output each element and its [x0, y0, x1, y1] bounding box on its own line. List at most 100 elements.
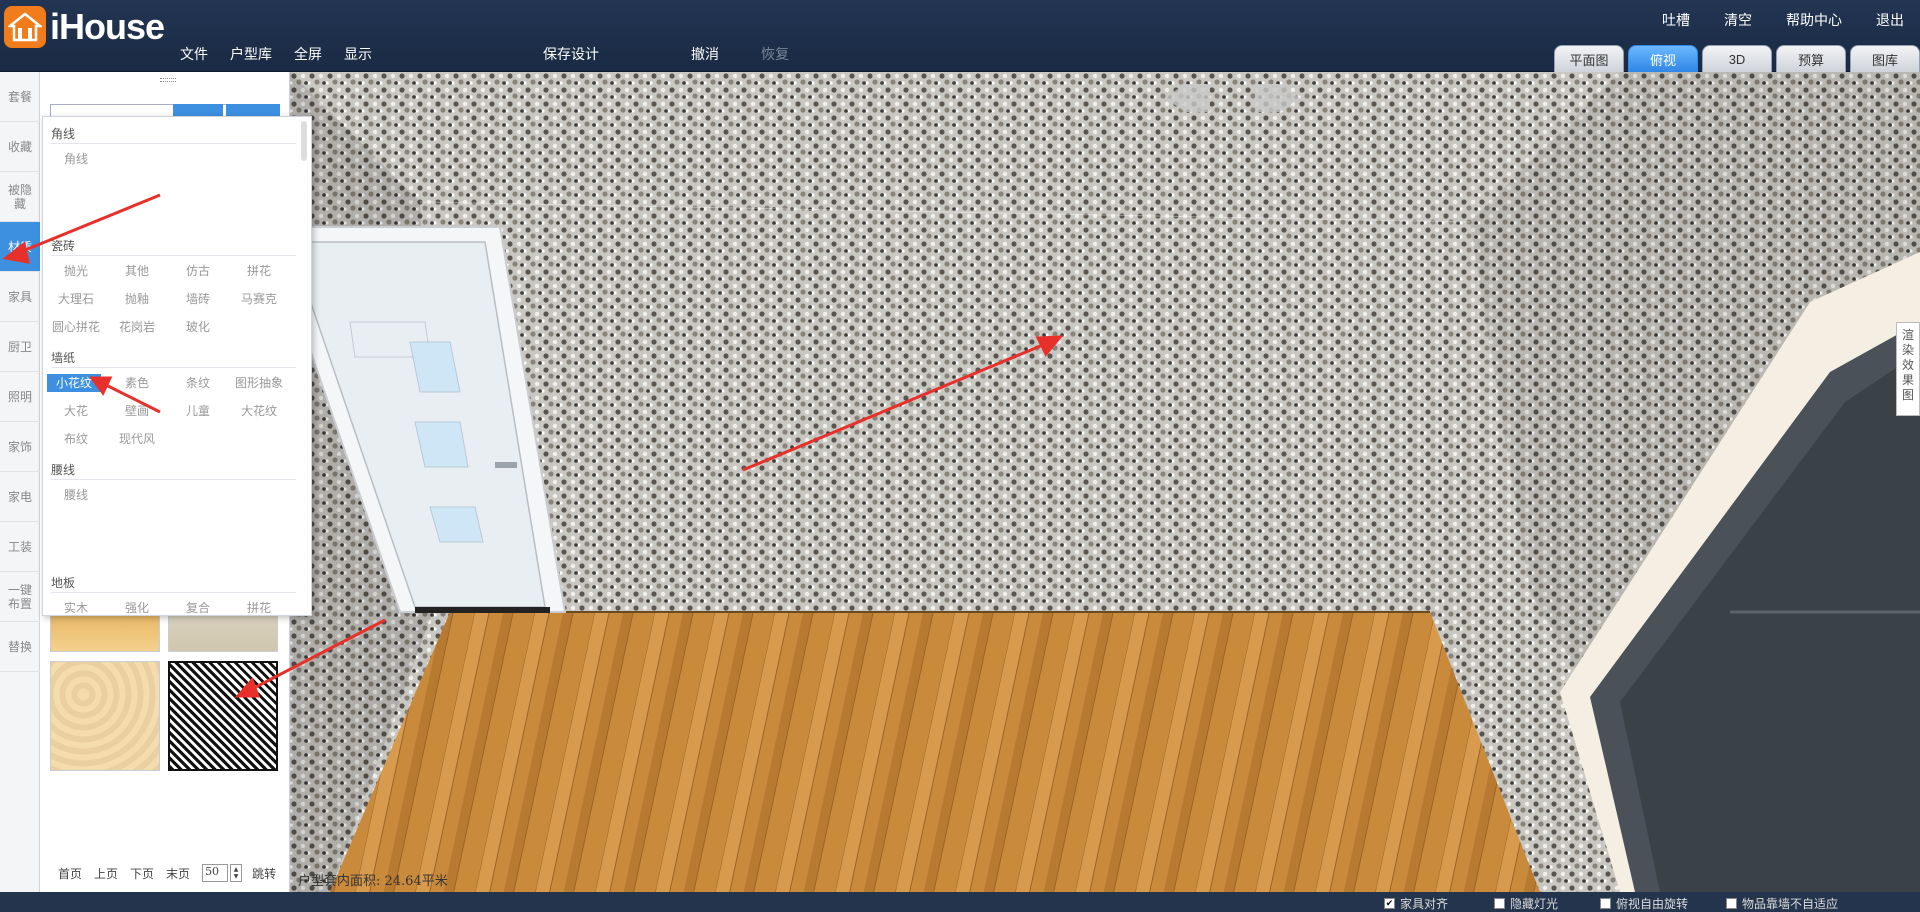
- subcategory-item[interactable]: 图形抽象: [230, 374, 288, 392]
- material-thumb-selected[interactable]: [168, 661, 278, 771]
- 3d-viewport[interactable]: 户型套内面积: 24.64平米 渲染效果图: [290, 72, 1920, 892]
- subcategory-item[interactable]: 腰线: [47, 486, 105, 504]
- checkbox-icon: [1494, 898, 1505, 909]
- top-bar: iHouse 文件 户型库 全屏 显示 保存设计 撤消 恢复 吐槽 清空 帮助中…: [0, 0, 1920, 72]
- subcategory-item[interactable]: 儿童: [169, 402, 227, 420]
- menu-file[interactable]: 文件: [180, 44, 208, 64]
- tab-budget[interactable]: 预算: [1776, 45, 1846, 72]
- feedback-link[interactable]: 吐槽: [1662, 10, 1690, 30]
- menu-floorplans[interactable]: 户型库: [230, 44, 272, 64]
- tab-3d[interactable]: 3D: [1702, 45, 1772, 72]
- first-page-link[interactable]: 首页: [58, 865, 82, 882]
- last-page-link[interactable]: 末页: [166, 865, 190, 882]
- category-title: 角线: [51, 127, 76, 141]
- subcategory-item[interactable]: 花岗岩: [108, 318, 166, 336]
- snap-furniture-label: 家具对齐: [1400, 897, 1449, 911]
- help-center-link[interactable]: 帮助中心: [1786, 10, 1842, 30]
- subcategory-item[interactable]: 现代风: [108, 430, 166, 448]
- redo-button[interactable]: 恢复: [761, 44, 789, 64]
- house-logo-icon: [4, 6, 46, 48]
- subcategory-item[interactable]: 复合: [169, 599, 227, 615]
- nav-kitchen-bath[interactable]: 厨卫: [0, 322, 40, 372]
- nav-package[interactable]: 套餐: [0, 72, 40, 122]
- next-page-link[interactable]: 下页: [130, 865, 154, 882]
- clear-link[interactable]: 清空: [1724, 10, 1752, 30]
- subcategory-item[interactable]: 抛光: [47, 262, 105, 280]
- nav-furniture[interactable]: 家具: [0, 272, 40, 322]
- category-title: 腰线: [51, 463, 76, 477]
- nav-appliances[interactable]: 家电: [0, 472, 40, 522]
- panel-drag-handle[interactable]: [160, 78, 176, 82]
- status-bar: ✔ 家具对齐 隐藏灯光 俯视自由旋转 物品靠墙不自适应: [0, 892, 1920, 912]
- subcategory-item[interactable]: 其他: [108, 262, 166, 280]
- divider: [51, 592, 296, 593]
- nav-lighting[interactable]: 照明: [0, 372, 40, 422]
- category-title: 地板: [51, 576, 76, 590]
- subcategory-item[interactable]: 条纹: [169, 374, 227, 392]
- material-thumb[interactable]: [50, 612, 160, 652]
- subcategory-item[interactable]: 拼花: [230, 599, 288, 615]
- render-effect-tab[interactable]: 渲染效果图: [1896, 322, 1920, 416]
- tab-topview[interactable]: 俯视: [1628, 45, 1698, 72]
- dropdown-scrollbar[interactable]: [301, 121, 307, 161]
- top-right-links: 吐槽 清空 帮助中心 退出: [1628, 10, 1904, 30]
- tab-gallery[interactable]: 图库: [1850, 45, 1920, 72]
- no-wall-adapt-label: 物品靠墙不自适应: [1742, 897, 1839, 911]
- floor-area-label: 户型套内面积: 24.64平米: [298, 874, 448, 889]
- subcategory-item[interactable]: 大花: [47, 402, 105, 420]
- checkbox-icon: [1726, 898, 1737, 909]
- divider: [51, 255, 296, 256]
- subcategory-item[interactable]: 墙砖: [169, 290, 227, 308]
- nav-workwear[interactable]: 工装: [0, 522, 40, 572]
- snap-furniture-checkbox[interactable]: ✔ 家具对齐: [1384, 895, 1448, 912]
- nav-auto-layout[interactable]: 一键布置: [0, 572, 40, 622]
- nav-replace[interactable]: 替换: [0, 622, 40, 672]
- left-nav: 套餐 收藏 被隐藏 材质 家具 厨卫 照明 家饰 家电 工装 一键布置 替换: [0, 72, 40, 892]
- subcategory-item[interactable]: 大花纹: [230, 402, 288, 420]
- go-page-link[interactable]: 跳转: [252, 865, 276, 882]
- app-root: iHouse 文件 户型库 全屏 显示 保存设计 撤消 恢复 吐槽 清空 帮助中…: [0, 0, 1920, 912]
- subcategory-item[interactable]: 强化: [108, 599, 166, 615]
- nav-material[interactable]: 材质: [0, 222, 40, 272]
- subcategory-item[interactable]: 圆心拼花: [47, 318, 105, 336]
- subcategory-item[interactable]: 仿古: [169, 262, 227, 280]
- subcategory-item[interactable]: 大理石: [47, 290, 105, 308]
- app-name: iHouse: [50, 6, 165, 47]
- tab-floorplan[interactable]: 平面图: [1554, 45, 1624, 72]
- nav-favorites[interactable]: 收藏: [0, 122, 40, 172]
- checkbox-icon: [1600, 898, 1611, 909]
- free-rotate-checkbox[interactable]: 俯视自由旋转: [1600, 895, 1688, 912]
- page-size-input[interactable]: 50: [202, 864, 229, 882]
- prev-page-link[interactable]: 上页: [94, 865, 118, 882]
- subcategory-item[interactable]: 素色: [108, 374, 166, 392]
- subcategory-item[interactable]: 马赛克: [230, 290, 288, 308]
- subcategory-item[interactable]: 壁画: [108, 402, 166, 420]
- undo-button[interactable]: 撤消: [691, 44, 719, 64]
- logout-link[interactable]: 退出: [1876, 10, 1904, 30]
- hide-lights-label: 隐藏灯光: [1510, 897, 1559, 911]
- logo: iHouse: [4, 6, 165, 48]
- subcategory-item[interactable]: 抛釉: [108, 290, 166, 308]
- pager: 首页 上页 下页 末页 50 ▲ ▼ 跳转: [58, 864, 288, 882]
- subcategory-item[interactable]: 角线: [47, 150, 105, 168]
- no-wall-adapt-checkbox[interactable]: 物品靠墙不自适应: [1726, 895, 1838, 912]
- subcategory-item[interactable]: 玻化: [169, 318, 227, 336]
- view-tabs: 平面图 俯视 3D 预算 图库: [1550, 45, 1920, 72]
- divider: [51, 479, 296, 480]
- nav-hidden[interactable]: 被隐藏: [0, 172, 40, 222]
- nav-decor[interactable]: 家饰: [0, 422, 40, 472]
- hide-lights-checkbox[interactable]: 隐藏灯光: [1494, 895, 1558, 912]
- save-design-button[interactable]: 保存设计: [543, 44, 599, 64]
- subcategory-item[interactable]: 布纹: [47, 430, 105, 448]
- subcategory-item[interactable]: 实木: [47, 599, 105, 615]
- checkbox-checked-icon: ✔: [1384, 898, 1395, 909]
- page-size-spinner[interactable]: ▲ ▼: [230, 864, 243, 882]
- divider: [51, 367, 296, 368]
- menu-fullscreen[interactable]: 全屏: [294, 44, 322, 64]
- subcategory-item-active[interactable]: 小花纹: [47, 374, 101, 392]
- material-thumb[interactable]: [168, 612, 278, 652]
- subcategory-item[interactable]: 拼花: [230, 262, 288, 280]
- menu-display[interactable]: 显示: [344, 44, 372, 64]
- divider: [51, 143, 296, 144]
- material-thumb[interactable]: [50, 661, 160, 771]
